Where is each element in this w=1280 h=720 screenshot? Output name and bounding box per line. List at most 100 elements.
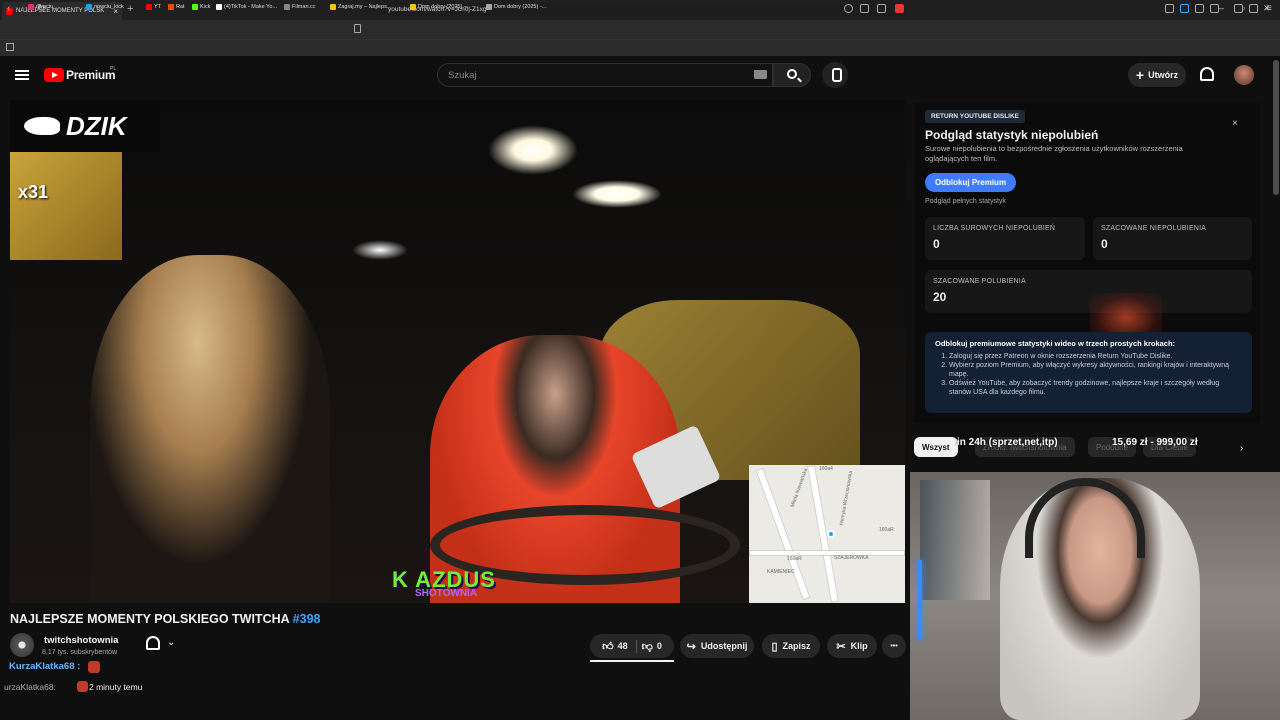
- video-overlay-cam: [10, 152, 122, 260]
- dislike-button[interactable]: 👎︎ 0: [642, 640, 662, 653]
- thumbs-down-icon: 👎︎: [641, 640, 653, 653]
- premium-heading: Odblokuj premiumowe statystyki wideo w t…: [935, 339, 1176, 348]
- channel-avatar[interactable]: [10, 633, 34, 657]
- donation-amount: 15,69 zł - 999,00 zł: [1112, 437, 1198, 448]
- share-icon: ↪: [686, 640, 696, 653]
- donation-goal-text: in 24h (sprzet,net,itp): [957, 437, 1058, 448]
- forward-icon[interactable]: ›: [22, 3, 25, 14]
- youtube-logo-icon[interactable]: [44, 68, 64, 82]
- bookmark-label: nowciu_kick: [94, 4, 124, 10]
- share-page-icon[interactable]: [877, 4, 886, 13]
- dzik-logo-text: DZIK: [66, 110, 127, 141]
- video-scene-light: [352, 240, 408, 260]
- create-label: Utwórz: [1148, 70, 1179, 80]
- wallet-icon[interactable]: [1249, 4, 1258, 13]
- extension-icon[interactable]: [1165, 4, 1174, 13]
- brave-shield-icon[interactable]: [895, 4, 904, 13]
- bookmark-label: Dom dobry (2025) -...: [418, 4, 471, 10]
- subscription-bell-icon[interactable]: [146, 636, 160, 650]
- chat-emote-icon: [77, 681, 88, 692]
- bookmark-favicon-icon: [192, 4, 198, 10]
- more-actions-button[interactable]: •••: [882, 634, 906, 658]
- bookmark-item[interactable]: Filman.cc: [284, 4, 316, 10]
- chip-all[interactable]: Wszyst: [914, 437, 958, 457]
- bookmark-label: (4)TikTok - Make Yo...: [224, 4, 277, 10]
- save-button[interactable]: ▯ Zapisz: [762, 634, 820, 658]
- screenshot-icon[interactable]: [860, 4, 869, 13]
- like-button[interactable]: 👍︎ 48: [602, 639, 637, 653]
- search-input[interactable]: Szukaj: [437, 63, 773, 87]
- bookmark-favicon-icon: [168, 4, 174, 10]
- bookmark-favicon-icon: [146, 4, 152, 10]
- new-tab-button[interactable]: +: [127, 3, 133, 15]
- page-scrollbar[interactable]: [1273, 60, 1279, 195]
- media-icon[interactable]: [1234, 4, 1243, 13]
- bookmark-item[interactable]: Zagraj.my – Najleps...: [330, 4, 392, 10]
- hamburger-menu-icon[interactable]: [15, 70, 29, 80]
- video-scene-person: [90, 255, 330, 603]
- chevron-down-icon[interactable]: ⌄: [167, 637, 175, 648]
- extensions-puzzle-icon[interactable]: [1210, 4, 1219, 13]
- bookmark-item[interactable]: YT: [146, 4, 161, 10]
- save-label: Zapisz: [782, 641, 811, 651]
- subscriber-count: 8,17 tys. subskrybentów: [42, 649, 118, 656]
- voice-search-mic-icon[interactable]: [822, 62, 848, 88]
- bookmark-item[interactable]: Kick: [192, 4, 210, 10]
- premium-step: Odśwież YouTube, aby zobaczyć trendy god…: [949, 379, 1242, 397]
- like-dislike-group: 👍︎ 48 👎︎ 0: [590, 634, 674, 658]
- minimize-icon[interactable]: –: [1219, 3, 1224, 13]
- ryd-badge: RETURN YOUTUBE DISLIKE: [925, 110, 1025, 123]
- bookmark-item[interactable]: nowciu_kick: [86, 4, 124, 10]
- keyboard-icon[interactable]: [754, 70, 767, 79]
- stat-value: 0: [1101, 237, 1108, 251]
- map-location-dot-icon: [827, 530, 835, 538]
- bookmark-label: nowciu_: [36, 4, 57, 10]
- bookmark-favicon-icon: [284, 4, 290, 10]
- full-stats-link[interactable]: Podgląd pełnych statystyk: [925, 198, 1006, 205]
- back-icon[interactable]: ‹: [7, 3, 10, 14]
- map-label: 160aR: [879, 527, 894, 533]
- bookmark-favicon-icon: [86, 4, 92, 10]
- extension-icon[interactable]: [1195, 4, 1204, 13]
- bookmark-item[interactable]: (4)TikTok - Make Yo...: [216, 4, 277, 10]
- bookmark-favicon-icon: [410, 4, 416, 10]
- channel-name[interactable]: twitchshotownia: [44, 635, 118, 646]
- bookmark-item[interactable]: Rat: [168, 4, 185, 10]
- bookmark-item[interactable]: Dom dobry (2025) -...: [486, 4, 546, 10]
- account-avatar[interactable]: [1234, 65, 1254, 85]
- clip-button[interactable]: ✂ Klip: [827, 634, 877, 658]
- stat-estimated-likes: SZACOWANE POLUBIENIA 20: [925, 270, 1252, 313]
- search-button[interactable]: [773, 63, 811, 87]
- video-title-text: NAJLEPSZE MOMENTY POLSKIEGO TWITCHA: [10, 612, 290, 626]
- bookmark-page-icon[interactable]: [354, 24, 361, 33]
- video-scene-light: [572, 180, 662, 208]
- brand-label[interactable]: Premium: [66, 68, 116, 82]
- chat-emote-icon: [88, 661, 100, 673]
- like-ratio-bar: [590, 660, 674, 662]
- share-button[interactable]: ↪ Udostępnij: [680, 634, 754, 658]
- bookmark-item[interactable]: nowciu_: [28, 4, 56, 10]
- share-label: Udostępnij: [700, 641, 748, 651]
- menu-icon[interactable]: ≡: [1266, 3, 1272, 14]
- notifications-bell-icon[interactable]: [1200, 67, 1214, 81]
- chat-username: urzaKlatka68:: [4, 682, 56, 692]
- search-icon: [787, 69, 797, 79]
- dzik-sponsor-logo: DZIK: [10, 100, 160, 152]
- bookmark-label: Zagraj.my – Najleps...: [338, 4, 392, 10]
- zoom-icon[interactable]: [844, 4, 853, 13]
- bookmark-favicon-icon: [330, 4, 336, 10]
- close-icon[interactable]: ×: [1232, 118, 1238, 129]
- create-button[interactable]: + Utwórz: [1128, 63, 1186, 87]
- extension-icon[interactable]: [1180, 4, 1189, 13]
- like-count: 48: [617, 641, 628, 651]
- chevron-right-icon[interactable]: ›: [1240, 443, 1243, 454]
- bookmarks-bar: [0, 39, 1280, 56]
- unlock-premium-button[interactable]: Odblokuj Premium: [925, 173, 1016, 192]
- apps-grid-icon[interactable]: [6, 43, 14, 51]
- bookmark-item[interactable]: Dom dobry (2025) -...: [410, 4, 470, 10]
- video-scene-light: [488, 125, 578, 175]
- stat-label: LICZBA SUROWYCH NIEPOLUBIEŃ: [933, 225, 1056, 232]
- episode-hashtag[interactable]: #398: [293, 612, 321, 626]
- map-label: 160a4: [819, 466, 833, 472]
- map-label: 160aR: [787, 556, 802, 562]
